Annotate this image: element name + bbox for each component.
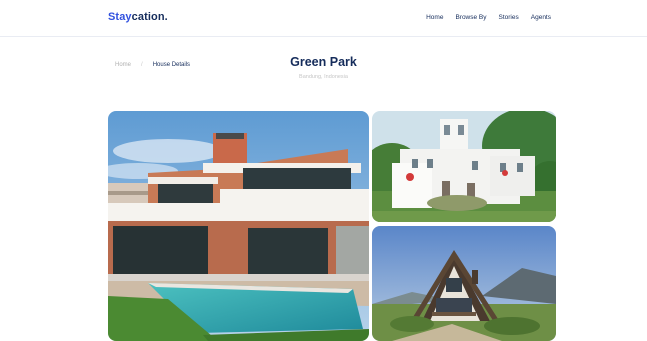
gallery-photo-2[interactable] (372, 111, 556, 222)
nav-browse-by[interactable]: Browse By (455, 14, 486, 21)
brand-prefix: Stay (108, 11, 132, 23)
brand-logo[interactable]: Staycation. (108, 11, 168, 23)
white-chateau-photo (372, 111, 556, 222)
modern-villa-photo (108, 111, 369, 341)
brand-suffix: cation. (131, 11, 168, 23)
gallery-main-photo[interactable] (108, 111, 369, 341)
nav-agents[interactable]: Agents (531, 14, 551, 21)
wooden-chalet-photo (372, 226, 556, 341)
gallery-photo-3[interactable] (372, 226, 556, 341)
property-title: Green Park (290, 55, 357, 69)
site-header: Staycation. Home Browse By Stories Agent… (0, 0, 647, 37)
main-nav: Home Browse By Stories Agents (426, 14, 551, 21)
nav-stories[interactable]: Stories (499, 14, 519, 21)
property-location: Bandung, Indonesia (299, 74, 348, 80)
nav-home[interactable]: Home (426, 14, 443, 21)
